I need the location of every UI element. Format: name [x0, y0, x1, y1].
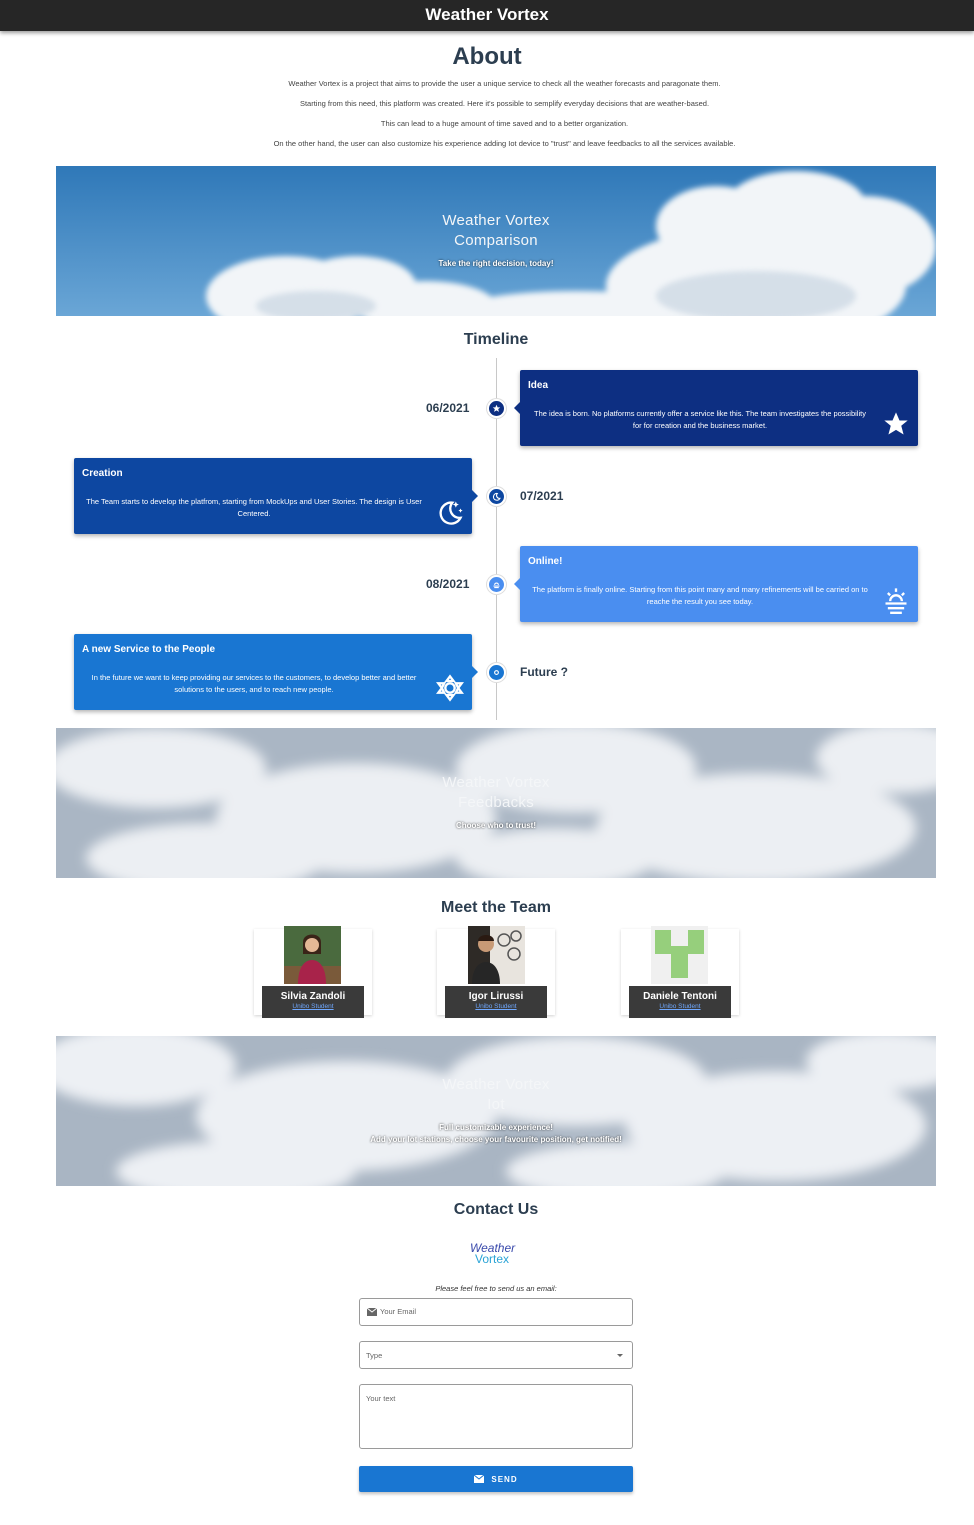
- timeline-date: Future ?: [520, 665, 568, 679]
- timeline-card-text: The idea is born. No platforms currently…: [534, 409, 866, 430]
- moon-stars-icon: [439, 501, 463, 525]
- send-label: SEND: [491, 1474, 518, 1484]
- timeline-card-text: In the future we want to keep providing …: [91, 673, 417, 694]
- timeline-card-online: Online! The platform is finally online. …: [514, 546, 918, 622]
- team-card: Igor Lirussi Unibo Student: [437, 926, 555, 1018]
- about-paragraph: Starting from this need, this platform w…: [299, 99, 710, 108]
- banner-title: Weather Vortex: [442, 1076, 550, 1093]
- star-icon: [492, 404, 501, 412]
- timeline-date: 07/2021: [520, 489, 564, 503]
- chevron-down-icon: [617, 1354, 623, 1357]
- timeline-card-future: A new Service to the People In the futur…: [74, 634, 478, 710]
- email-placeholder: Your Email: [380, 1307, 416, 1316]
- sun-icon: [494, 670, 499, 675]
- text-placeholder: Your text: [366, 1394, 396, 1403]
- team-card: Silvia Zandoli Unibo Student: [254, 926, 372, 1018]
- comparison-banner: Weather Vortex Comparison Take the right…: [56, 166, 936, 316]
- team-member-name: Silvia Zandoli: [280, 991, 346, 1002]
- timeline-date: 08/2021: [426, 577, 470, 591]
- team-member-plate: Igor Lirussi Unibo Student: [445, 986, 547, 1018]
- app-title: Weather Vortex: [425, 5, 549, 24]
- timeline-card-text: The Team starts to develop the platfrom,…: [86, 497, 422, 518]
- team-card: Daniele Tentoni Unibo Student: [621, 926, 739, 1018]
- banner-title: Comparison: [454, 232, 538, 249]
- about-paragraph: Weather Vortex is a project that aims to…: [288, 79, 721, 88]
- timeline-card-creation: Creation The Team starts to develop the …: [74, 458, 478, 534]
- timeline-card-title: Creation: [82, 468, 123, 479]
- about-paragraph: On the other hand, the user can also cus…: [273, 139, 736, 148]
- team-member-avatar: [651, 926, 708, 984]
- team-member-name: Daniele Tentoni: [643, 991, 717, 1002]
- feedbacks-banner: Weather Vortex Feedbacks Choose who to t…: [56, 728, 936, 878]
- type-placeholder: Type: [366, 1351, 383, 1360]
- card-arrow: [514, 402, 520, 414]
- team-title: Meet the Team: [441, 899, 551, 916]
- banner-subtitle: Add your Iot stations, choose your favou…: [370, 1135, 622, 1144]
- team-member-photo: [284, 926, 341, 984]
- weather-vortex-logo: Weather Vortex: [470, 1242, 530, 1275]
- type-select[interactable]: Type: [359, 1341, 633, 1369]
- moon-icon: [492, 492, 501, 501]
- timeline-card-title: A new Service to the People: [82, 644, 216, 655]
- message-textarea[interactable]: Your text: [359, 1384, 633, 1449]
- banner-subtitle: Full customizable experience!: [439, 1123, 553, 1132]
- star-icon: [884, 412, 908, 435]
- team-member-role-link[interactable]: Unibo Student: [629, 1003, 731, 1010]
- about-paragraph: This can lead to a huge amount of time s…: [380, 119, 629, 128]
- team-member-plate: Silvia Zandoli Unibo Student: [262, 986, 364, 1018]
- sun-icon: [436, 674, 464, 702]
- card-arrow: [514, 578, 520, 590]
- timeline-dot: [487, 575, 506, 594]
- team-member-role-link[interactable]: Unibo Student: [445, 1003, 547, 1010]
- banner-title: Weather Vortex: [442, 212, 550, 229]
- banner-subtitle: Take the right decision, today!: [438, 259, 554, 268]
- about-title: About: [452, 43, 522, 70]
- team-member-role-link[interactable]: Unibo Student: [262, 1003, 364, 1010]
- send-mail-icon: [474, 1474, 485, 1483]
- card-arrow: [472, 666, 478, 678]
- team-member-name: Igor Lirussi: [468, 991, 524, 1002]
- banner-subtitle: Choose who to trust!: [456, 821, 536, 830]
- email-field[interactable]: Your Email: [359, 1298, 633, 1326]
- timeline-title: Timeline: [463, 331, 529, 348]
- timeline-dot: [487, 663, 506, 682]
- card-arrow: [472, 490, 478, 502]
- logo-text: Vortex: [475, 1252, 510, 1266]
- banner-title: Weather Vortex: [442, 774, 550, 791]
- banner-title: Iot: [487, 1096, 505, 1113]
- mail-icon: [367, 1308, 377, 1316]
- team-member-plate: Daniele Tentoni Unibo Student: [629, 986, 731, 1018]
- contact-hint: Please feel free to send us an email:: [435, 1284, 557, 1293]
- team-member-photo: [468, 926, 525, 984]
- iot-banner: Weather Vortex Iot Full customizable exp…: [56, 1036, 936, 1186]
- timeline-card-idea: Idea The idea is born. No platforms curr…: [514, 370, 918, 446]
- sunrise-icon: [885, 588, 907, 614]
- send-button[interactable]: SEND: [359, 1466, 633, 1492]
- sunrise-icon: [493, 582, 500, 589]
- timeline-dot: [487, 399, 506, 418]
- timeline-date: 06/2021: [426, 401, 470, 415]
- app-title-bar: Weather Vortex: [0, 0, 974, 31]
- timeline-card-title: Idea: [528, 380, 549, 391]
- timeline-dot: [487, 487, 506, 506]
- timeline-card-title: Online!: [528, 556, 563, 567]
- contact-title: Contact Us: [453, 1201, 539, 1218]
- timeline-card-text: The platform is finally online. Starting…: [532, 585, 868, 606]
- banner-title: Feedbacks: [457, 794, 535, 811]
